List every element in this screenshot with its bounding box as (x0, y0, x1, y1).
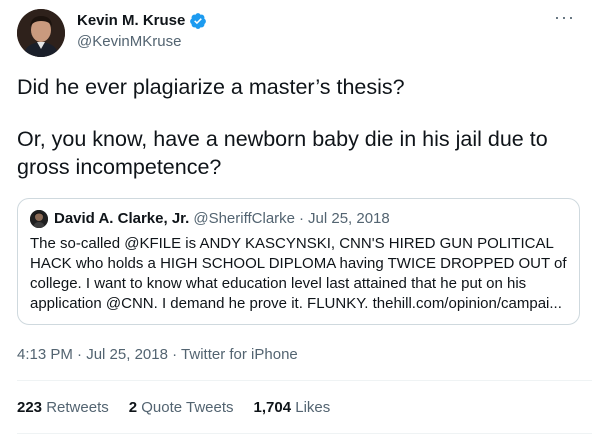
divider (17, 380, 592, 381)
author-name-row[interactable]: Kevin M. Kruse (77, 12, 207, 30)
tweet-source-link[interactable]: Twitter for iPhone (181, 346, 298, 363)
tweet-paragraph: Did he ever plagiarize a master’s thesis… (17, 75, 405, 99)
likes-stat[interactable]: 1,704 Likes (254, 399, 331, 417)
meta-separator: · (77, 346, 83, 363)
quoted-author-handle: @SheriffClarke (193, 210, 296, 227)
quotes-label: Quote Tweets (141, 399, 234, 416)
quoted-author-avatar (30, 210, 48, 228)
tweet-paragraph: Or, you know, have a newborn baby die in… (17, 127, 548, 179)
retweets-count: 223 (17, 399, 43, 416)
quoted-tweet-header: David A. Clarke, Jr. @SheriffClarke · Ju… (30, 210, 567, 228)
quote-tweets-stat[interactable]: 2 Quote Tweets (129, 399, 234, 417)
likes-count: 1,704 (253, 399, 292, 416)
likes-label: Likes (295, 399, 331, 416)
tweet-timestamp: 4:13 PM · Jul 25, 2018 · Twitter for iPh… (17, 346, 298, 364)
quotes-count: 2 (128, 399, 138, 416)
quoted-author-name: David A. Clarke, Jr. (54, 210, 190, 227)
quoted-text-line: application @CNN. I demand he prove it. … (30, 295, 562, 312)
quoted-author-avatar-image (30, 210, 48, 228)
tweet-text: Did he ever plagiarize a master’s thesis… (17, 73, 583, 181)
tweet-date-link[interactable]: Jul 25, 2018 (86, 346, 168, 363)
retweets-label: Retweets (46, 399, 109, 416)
quoted-tweet-text: The so-called @KFILE is ANDY KASCYNSKI, … (30, 234, 567, 314)
engagement-stats: 223 Retweets 2 Quote Tweets 1,704 Likes (17, 399, 330, 417)
author-avatar-image (17, 9, 65, 57)
meta-separator: · (172, 346, 178, 363)
quoted-date: Jul 25, 2018 (308, 210, 390, 227)
author-name[interactable]: Kevin M. Kruse (77, 12, 185, 30)
quoted-text-line: The so-called @KFILE is ANDY KASCYNSKI, … (30, 235, 554, 252)
tweet-time-link[interactable]: 4:13 PM (17, 346, 73, 363)
retweets-stat[interactable]: 223 Retweets (17, 399, 109, 417)
quoted-separator: · (299, 210, 305, 227)
author-handle[interactable]: @KevinMKruse (77, 33, 181, 51)
author-avatar[interactable] (17, 9, 65, 57)
quoted-tweet-card[interactable]: David A. Clarke, Jr. @SheriffClarke · Ju… (17, 198, 580, 325)
quoted-text-line: college. I want to know what education l… (30, 275, 527, 292)
more-options-icon[interactable]: ··· (554, 8, 575, 26)
verified-badge-icon (190, 13, 207, 29)
quoted-text-line: HACK who holds a HIGH SCHOOL DIPLOMA hav… (30, 255, 567, 272)
